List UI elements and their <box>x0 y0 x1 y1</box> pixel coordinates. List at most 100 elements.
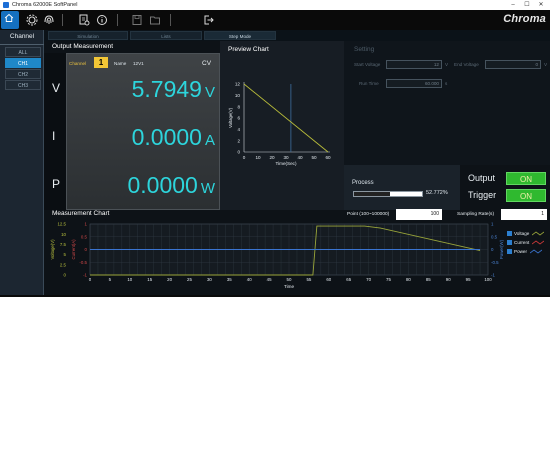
voltage-tick-label: 0 <box>64 273 67 278</box>
brand-logo: Chroma <box>503 13 546 25</box>
open-button[interactable] <box>147 13 163 27</box>
info-icon <box>97 15 107 25</box>
voltage-tick-label: 2.5 <box>60 262 67 267</box>
x-axis-label: Time <box>284 284 294 289</box>
sidebar-item-ch1[interactable]: CH1 <box>5 58 41 68</box>
run-time-unit: s <box>445 81 448 86</box>
y-tick-label: 8 <box>237 104 240 109</box>
channel-sidebar: Channel ALL CH1 CH2 CH3 <box>0 30 44 295</box>
process-progress-bar <box>353 191 423 197</box>
trigger-label: Trigger <box>468 190 497 200</box>
x-tick-label: 10 <box>127 277 132 282</box>
tab-step-mode[interactable]: Step Mode <box>204 31 276 40</box>
x-tick-label: 100 <box>484 277 492 282</box>
legend-voltage[interactable]: Voltage <box>507 231 545 236</box>
current-axis-label: Current(A) <box>71 239 76 260</box>
home-icon <box>4 13 14 22</box>
preview-chart-panel: Preview Chart 0 2 4 6 8 10 12 0 10 20 30 40 50 60 Time… <box>220 41 344 210</box>
toolbar-separator <box>117 14 118 26</box>
sidebar-item-all[interactable]: ALL <box>5 47 41 57</box>
bottom-border <box>0 295 550 297</box>
x-tick-label: 40 <box>247 277 252 282</box>
power-letter: P <box>52 177 61 191</box>
x-tick-label: 50 <box>287 277 292 282</box>
info-button[interactable] <box>94 13 110 27</box>
x-tick-label: 25 <box>187 277 192 282</box>
checkbox-icon[interactable] <box>507 249 512 254</box>
toolbar-separator <box>170 14 171 26</box>
app-window: Chroma 62000E SoftPanel – ☐ ✕ Chroma Cha… <box>0 0 550 449</box>
voltage-letter: V <box>52 81 61 95</box>
checkbox-icon[interactable] <box>507 240 512 245</box>
voltage-tick-label: 7.5 <box>60 242 67 247</box>
current-tick-label: -1 <box>83 273 87 278</box>
tab-simulation[interactable]: Simulation <box>48 31 128 40</box>
x-axis-label: Time(Sec) <box>275 161 296 166</box>
home-button[interactable] <box>1 11 19 29</box>
legend-current[interactable]: Current <box>507 240 545 245</box>
x-tick-label: 20 <box>167 277 172 282</box>
run-time-input[interactable]: 60.000 <box>386 79 442 88</box>
y-tick-label: 2 <box>237 138 240 143</box>
maximize-button[interactable]: ☐ <box>520 0 534 10</box>
tab-lists[interactable]: Lists <box>130 31 202 40</box>
x-tick-label: 10 <box>255 155 261 160</box>
report-button[interactable] <box>76 13 92 27</box>
settings-icon <box>26 14 38 26</box>
x-tick-label: 35 <box>227 277 232 282</box>
sidebar-item-ch3[interactable]: CH3 <box>5 80 41 90</box>
sidebar-item-ch2[interactable]: CH2 <box>5 69 41 79</box>
preview-chart: 0 2 4 6 8 10 12 0 10 20 30 40 50 60 Time(Sec) Voltage(V… <box>228 82 331 166</box>
toolbar: Chroma <box>0 10 550 30</box>
power-unit: W <box>200 180 215 197</box>
legend-current-swatch <box>532 240 545 245</box>
process-percent: 52.772% <box>426 190 448 196</box>
x-tick-label: 20 <box>269 155 275 160</box>
voltage-unit: V <box>204 84 215 101</box>
voltage-value: 5.7949 <box>131 76 202 102</box>
voltage-tick-label: 12.5 <box>57 222 66 227</box>
process-panel: Process 52.772% <box>344 165 460 210</box>
current-tick-label: 0 <box>85 247 88 252</box>
current-readout: 0.0000 A <box>67 124 219 151</box>
fingerprint-icon <box>44 15 54 24</box>
legend-voltage-swatch <box>532 231 545 236</box>
mode-indicator: CV <box>202 60 212 67</box>
process-progress-fill <box>354 192 390 196</box>
save-button[interactable] <box>129 13 145 27</box>
close-button[interactable]: ✕ <box>534 0 548 10</box>
settings-button[interactable] <box>24 13 40 27</box>
output-label: Output <box>468 173 496 183</box>
process-title: Process <box>352 180 374 186</box>
end-voltage-label: End Voltage <box>454 62 479 67</box>
voltage-readout: 5.7949 V <box>67 76 219 103</box>
legend-current-label: Current <box>514 240 530 245</box>
trigger-on-button[interactable]: ON <box>506 189 546 202</box>
y-tick-label: 12 <box>235 82 241 87</box>
x-tick-label: 15 <box>147 277 152 282</box>
y-tick-label: 6 <box>237 116 240 121</box>
voltage-tick-label: 5 <box>64 252 67 257</box>
x-tick-label: 95 <box>466 277 471 282</box>
y-tick-label: 4 <box>237 127 240 132</box>
fingerprint-button[interactable] <box>41 13 57 27</box>
toolbar-separator <box>62 14 63 26</box>
x-tick-label: 5 <box>109 277 112 282</box>
point-label: Point (100~100000) <box>347 212 390 217</box>
minimize-button[interactable]: – <box>506 0 520 10</box>
x-tick-label: 90 <box>446 277 451 282</box>
name-value: 12V1 <box>133 61 144 66</box>
end-voltage-input[interactable]: 0 <box>485 60 541 69</box>
current-tick-label: 0.5 <box>81 234 88 239</box>
x-tick-label: 40 <box>297 155 303 160</box>
legend-power[interactable]: Power <box>507 249 543 254</box>
x-tick-label: 65 <box>346 277 351 282</box>
output-on-button[interactable]: ON <box>506 172 546 185</box>
checkbox-icon[interactable] <box>507 231 512 236</box>
start-voltage-input[interactable]: 12 <box>386 60 442 69</box>
start-voltage-label: Start Voltage <box>354 62 381 67</box>
x-tick-label: 50 <box>311 155 317 160</box>
power-tick-label: 0.5 <box>491 234 498 239</box>
exit-button[interactable] <box>200 13 216 27</box>
app-icon <box>3 2 9 8</box>
